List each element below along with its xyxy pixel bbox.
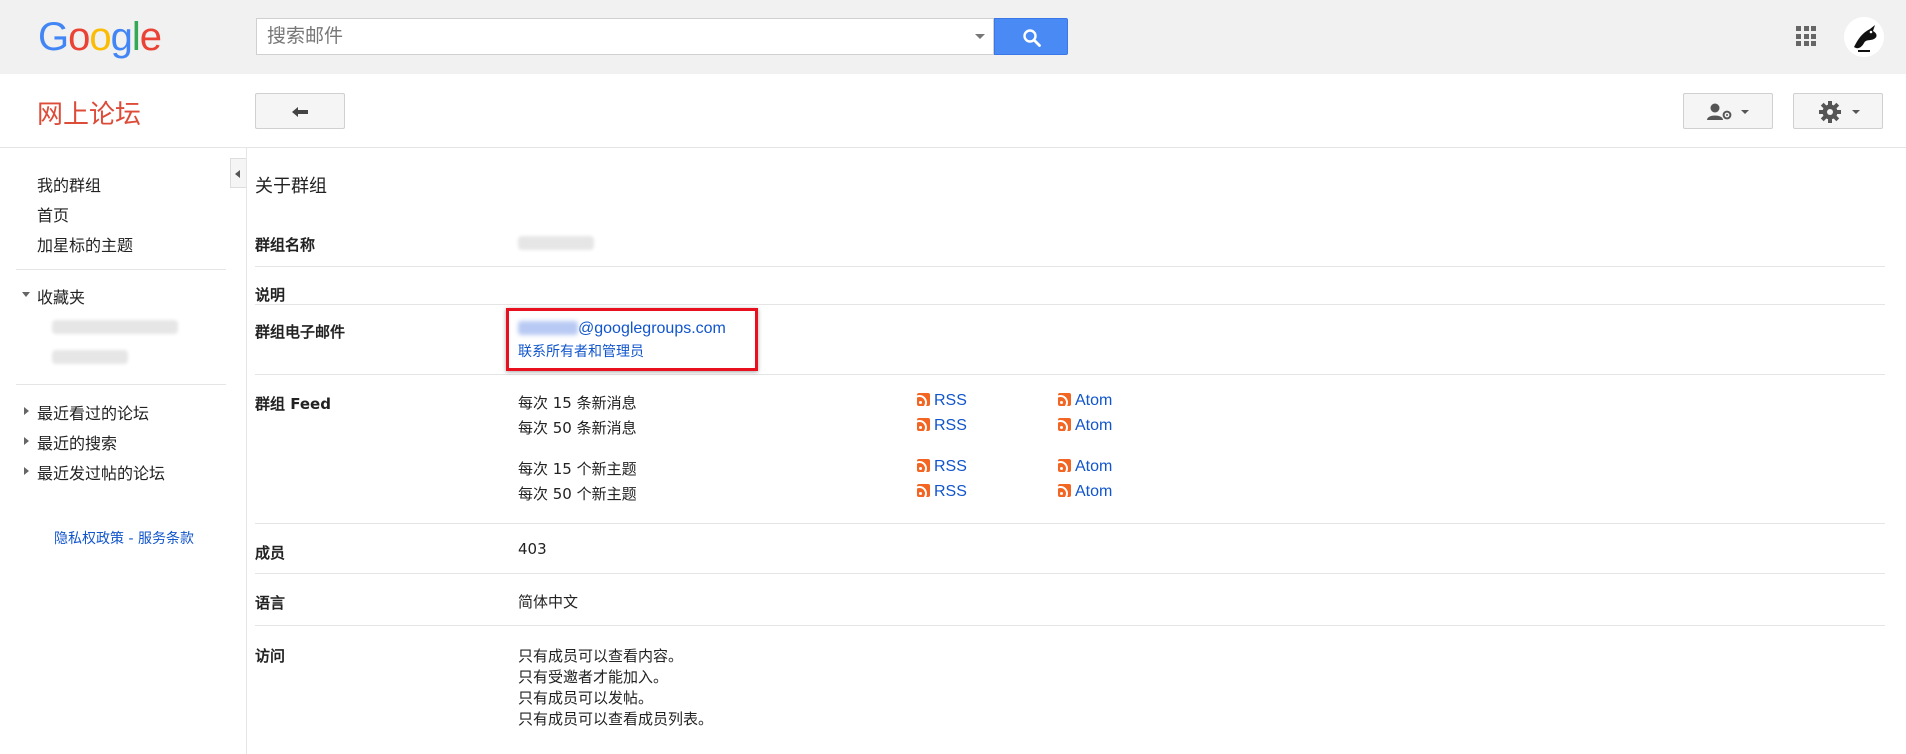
rss-link-label: RSS	[934, 458, 967, 475]
group-email-label: 群组电子邮件	[255, 323, 346, 341]
google-logo[interactable]: Google	[38, 15, 162, 60]
row-separator	[255, 573, 1885, 574]
rss-link[interactable]: RSS	[917, 417, 967, 435]
atom-feed-icon	[1058, 418, 1071, 431]
atom-link-label: Atom	[1075, 392, 1113, 409]
search-options-chevron-down-icon[interactable]	[975, 34, 985, 39]
logo-letter: o	[89, 15, 111, 59]
logo-letter: G	[38, 15, 69, 59]
access-line: 只有成员可以发帖。	[518, 689, 654, 707]
rss-feed-icon	[917, 484, 930, 497]
back-button[interactable]	[255, 93, 345, 129]
top-bar: Google	[0, 0, 1906, 74]
rss-link[interactable]: RSS	[917, 483, 967, 501]
gear-icon	[1819, 101, 1841, 123]
members-label: 成员	[255, 544, 286, 562]
rss-link-label: RSS	[934, 483, 967, 500]
atom-link[interactable]: Atom	[1058, 417, 1112, 435]
language-value: 简体中文	[518, 593, 579, 611]
apps-grid-icon[interactable]	[1796, 26, 1816, 46]
atom-link[interactable]: Atom	[1058, 458, 1112, 476]
logo-letter: g	[110, 15, 133, 59]
rss-link[interactable]: RSS	[917, 392, 967, 410]
settings-menu-button[interactable]	[1793, 93, 1883, 129]
access-line: 只有成员可以查看内容。	[518, 647, 684, 665]
atom-link-label: Atom	[1075, 417, 1113, 434]
row-separator	[255, 523, 1885, 524]
favorite-group-redacted[interactable]	[52, 350, 128, 364]
logo-letter: e	[139, 15, 162, 59]
rss-link-label: RSS	[934, 392, 967, 409]
atom-feed-icon	[1058, 484, 1071, 497]
row-separator	[255, 374, 1885, 375]
terms-link[interactable]: 服务条款	[138, 531, 194, 547]
members-count: 403	[518, 540, 547, 558]
rss-link[interactable]: RSS	[917, 458, 967, 476]
sidebar-item-recent-searches[interactable]: 最近的搜索	[37, 430, 117, 454]
sub-header: 网上论坛	[0, 74, 1906, 148]
access-line: 只有成员可以查看成员列表。	[518, 710, 714, 728]
atom-link[interactable]: Atom	[1058, 392, 1112, 410]
sidebar-item-starred[interactable]: 加星标的主题	[37, 232, 133, 256]
sidebar-separator	[16, 269, 226, 270]
footer-links: 隐私权政策 - 服务条款	[54, 528, 194, 548]
access-line: 只有受邀者才能加入。	[518, 668, 669, 686]
feed-label: 每次 15 条新消息	[518, 394, 637, 412]
sidebar-item-recent-viewed[interactable]: 最近看过的论坛	[37, 400, 149, 424]
sidebar-item-home[interactable]: 首页	[37, 202, 69, 226]
privacy-link[interactable]: 隐私权政策	[54, 531, 124, 547]
group-feed-label: 群组 Feed	[255, 395, 331, 413]
logo-letter: l	[131, 15, 141, 59]
search-icon	[1023, 29, 1041, 47]
description-label: 说明	[255, 286, 286, 304]
sidebar-divider	[246, 148, 247, 754]
avatar-image-icon	[1844, 17, 1884, 57]
chevron-down-icon	[1741, 110, 1749, 114]
rss-feed-icon	[917, 459, 930, 472]
row-separator	[255, 266, 1885, 267]
back-arrow-icon	[292, 107, 308, 117]
language-label: 语言	[255, 594, 286, 612]
sidebar-item-favorites[interactable]: 收藏夹	[37, 284, 85, 308]
rss-feed-icon	[917, 393, 930, 406]
annotation-highlight-box	[506, 308, 758, 371]
feed-label: 每次 50 条新消息	[518, 419, 637, 437]
sidebar-item-my-groups[interactable]: 我的群组	[37, 172, 101, 196]
app-title[interactable]: 网上论坛	[37, 94, 141, 131]
atom-feed-icon	[1058, 393, 1071, 406]
atom-feed-icon	[1058, 459, 1071, 472]
favorite-group-redacted[interactable]	[52, 320, 178, 334]
sidebar-item-recent-posted[interactable]: 最近发过帖的论坛	[37, 460, 165, 484]
sidebar-separator	[16, 384, 226, 385]
group-name-value-redacted	[518, 236, 594, 250]
atom-link-label: Atom	[1075, 458, 1113, 475]
feed-label: 每次 15 个新主题	[518, 460, 637, 478]
avatar[interactable]	[1844, 17, 1884, 57]
rss-feed-icon	[917, 418, 930, 431]
collapsed-triangle-icon[interactable]	[24, 467, 29, 475]
page-title: 关于群组	[255, 176, 327, 197]
rss-link-label: RSS	[934, 417, 967, 434]
user-settings-icon	[1707, 103, 1732, 120]
chevron-down-icon	[1852, 110, 1860, 114]
search-button[interactable]	[994, 18, 1068, 55]
row-separator	[255, 304, 1885, 305]
sidebar: 我的群组 首页 加星标的主题 收藏夹 最近看过的论坛 最近的搜索 最近发过帖的论…	[0, 148, 246, 754]
search-box	[256, 18, 994, 55]
access-label: 访问	[255, 647, 286, 665]
members-menu-button[interactable]	[1683, 93, 1773, 129]
atom-link[interactable]: Atom	[1058, 483, 1112, 501]
expand-triangle-icon[interactable]	[22, 292, 30, 297]
collapsed-triangle-icon[interactable]	[24, 437, 29, 445]
collapsed-triangle-icon[interactable]	[24, 407, 29, 415]
logo-letter: o	[68, 15, 90, 59]
atom-link-label: Atom	[1075, 483, 1113, 500]
group-name-label: 群组名称	[255, 236, 316, 254]
row-separator	[255, 625, 1885, 626]
search-input[interactable]	[267, 19, 957, 54]
footer-separator: -	[128, 531, 134, 547]
feed-label: 每次 50 个新主题	[518, 485, 637, 503]
